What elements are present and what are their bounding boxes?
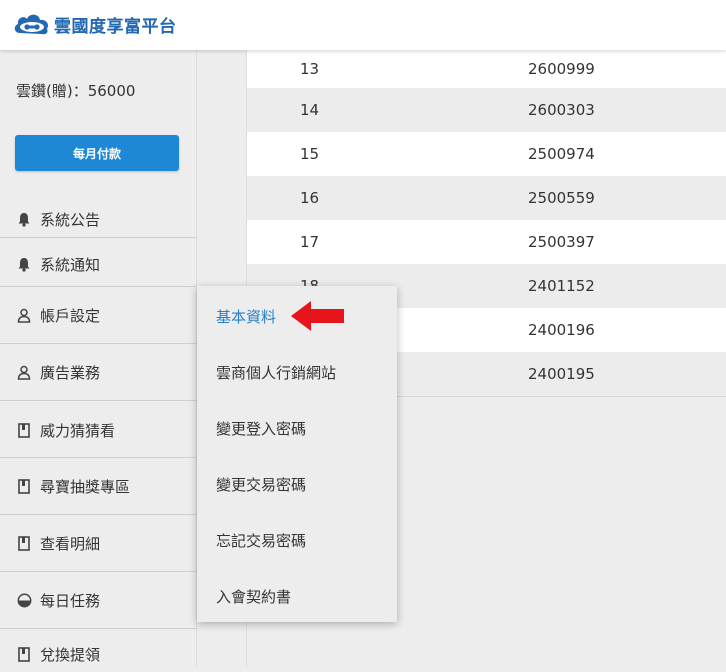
rank-cell: 16 xyxy=(300,189,320,207)
bell-icon xyxy=(16,211,32,227)
sidebar-item-label: 尋寶抽獎專區 xyxy=(40,477,131,496)
divider xyxy=(0,514,197,515)
value-cell: 2401152 xyxy=(528,277,595,295)
table-row: 14 2600303 xyxy=(247,88,726,132)
submenu-item-change-transaction-password[interactable]: 變更交易密碼 xyxy=(216,474,306,495)
divider xyxy=(0,237,197,238)
sidebar-item-label: 廣告業務 xyxy=(40,363,101,382)
sidebar-item-label: 帳戶設定 xyxy=(40,306,101,325)
account-settings-submenu: 基本資料 雲商個人行銷網站 變更登入密碼 變更交易密碼 忘記交易密碼 入會契約書 xyxy=(197,286,397,622)
sidebar-item-treasure-lottery[interactable]: 尋寶抽獎專區 xyxy=(0,468,197,504)
value-cell: 2400195 xyxy=(528,365,595,383)
pie-icon xyxy=(16,592,32,608)
submenu-item-change-login-password[interactable]: 變更登入密碼 xyxy=(216,418,306,439)
sidebar-item-label: 威力猜猜看 xyxy=(40,421,116,440)
submenu-item-membership-contract[interactable]: 入會契約書 xyxy=(216,586,291,607)
table-row: 17 2500397 xyxy=(247,220,726,264)
sidebar-item-view-details[interactable]: 查看明細 xyxy=(0,525,197,561)
divider xyxy=(0,457,197,458)
sidebar-item-label: 系統通知 xyxy=(40,255,101,274)
sidebar-item-announcements[interactable]: 系統公告 xyxy=(0,201,197,237)
divider xyxy=(0,343,197,344)
rank-cell: 13 xyxy=(300,60,320,78)
sidebar-item-daily-tasks[interactable]: 每日任務 xyxy=(0,582,197,618)
value-cell: 2500559 xyxy=(528,189,595,207)
divider xyxy=(0,286,197,287)
rank-cell: 14 xyxy=(300,101,320,119)
sidebar-item-advertising[interactable]: 廣告業務 xyxy=(0,354,197,390)
bookmark-icon xyxy=(16,422,32,438)
submenu-item-forgot-transaction-password[interactable]: 忘記交易密碼 xyxy=(216,530,306,551)
submenu-item-basic-info[interactable]: 基本資料 xyxy=(216,306,276,327)
rank-cell: 17 xyxy=(300,233,320,251)
sidebar-item-label: 兌換提領 xyxy=(40,645,101,664)
sidebar-item-account-settings[interactable]: 帳戶設定 xyxy=(0,297,197,333)
bookmark-icon xyxy=(16,535,32,551)
bell-icon xyxy=(16,256,32,272)
user-icon xyxy=(16,364,32,380)
rank-cell: 15 xyxy=(300,145,320,163)
sidebar: 雲鑽(贈)：56000 每月付款 系統公告 系統通知 帳戶設定 廣告業務 威力猜… xyxy=(0,50,197,667)
user-icon xyxy=(16,307,32,323)
sidebar-item-power-guess[interactable]: 威力猜猜看 xyxy=(0,412,197,448)
table-row: 15 2500974 xyxy=(247,132,726,176)
table-row: 13 2600999 xyxy=(247,50,726,88)
value-cell: 2600303 xyxy=(528,101,595,119)
value-cell: 2400196 xyxy=(528,321,595,339)
divider xyxy=(0,628,197,629)
sidebar-item-notifications[interactable]: 系統通知 xyxy=(0,246,197,282)
sidebar-item-label: 每日任務 xyxy=(40,591,101,610)
monthly-payment-button[interactable]: 每月付款 xyxy=(15,135,179,171)
divider xyxy=(0,400,197,401)
sidebar-item-label: 系統公告 xyxy=(40,210,101,229)
cloud-logo-icon xyxy=(14,14,49,35)
brand-name: 雲國度享富平台 xyxy=(54,16,177,37)
value-cell: 2500974 xyxy=(528,145,595,163)
value-cell: 2600999 xyxy=(528,60,595,78)
brand-logo[interactable]: 雲國度享富平台 xyxy=(12,8,177,40)
table-row: 16 2500559 xyxy=(247,176,726,220)
submenu-item-personal-marketing-site[interactable]: 雲商個人行銷網站 xyxy=(216,362,336,383)
value-cell: 2500397 xyxy=(528,233,595,251)
diamond-balance: 雲鑽(贈)：56000 xyxy=(16,82,136,100)
top-header: 雲國度享富平台 xyxy=(0,0,726,50)
bookmark-icon xyxy=(16,478,32,494)
red-pointer-arrow-icon xyxy=(291,301,344,331)
sidebar-item-label: 查看明細 xyxy=(40,534,101,553)
divider xyxy=(0,571,197,572)
bookmark-icon xyxy=(16,646,32,662)
